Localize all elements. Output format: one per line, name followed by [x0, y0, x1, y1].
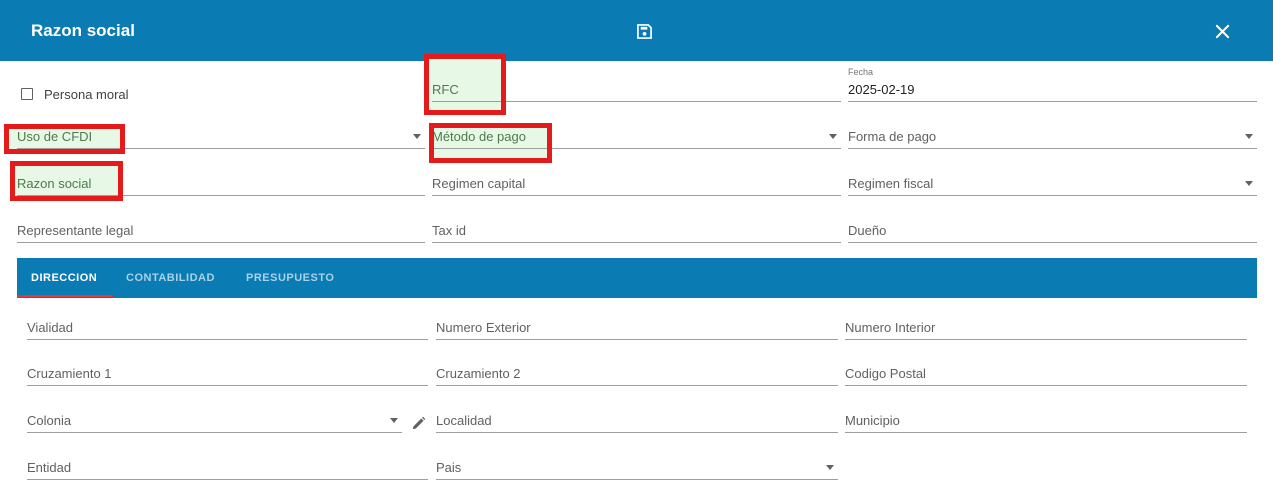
codigo-postal-field[interactable]: Codigo Postal — [845, 362, 1247, 386]
dialog-header: Razon social — [0, 0, 1273, 61]
entidad-field[interactable]: Entidad — [27, 456, 428, 480]
razon-social-highlight-box — [10, 161, 123, 201]
cruzamiento-2-label: Cruzamiento 2 — [436, 366, 521, 381]
tab-presupuesto[interactable]: PRESUPUESTO — [246, 272, 334, 284]
uso-cfdi-highlight-box — [4, 124, 125, 154]
localidad-label: Localidad — [436, 413, 492, 428]
metodo-pago-highlight-box — [429, 123, 552, 163]
dueno-field[interactable]: Dueño — [848, 219, 1257, 243]
active-tab-indicator — [17, 295, 113, 297]
persona-moral-label: Persona moral — [44, 87, 129, 102]
fecha-field[interactable]: Fecha 2025-02-19 — [848, 67, 1257, 102]
dueno-label: Dueño — [848, 223, 887, 238]
tax-id-label: Tax id — [432, 223, 466, 238]
numero-exterior-label: Numero Exterior — [436, 320, 531, 335]
cruzamiento-1-field[interactable]: Cruzamiento 1 — [27, 362, 428, 386]
checkbox-box[interactable] — [21, 88, 33, 100]
rfc-highlight-box — [424, 54, 506, 115]
entidad-label: Entidad — [27, 460, 72, 475]
forma-pago-label: Forma de pago — [848, 129, 937, 144]
chevron-down-icon — [390, 418, 398, 423]
municipio-label: Municipio — [845, 413, 900, 428]
numero-interior-field[interactable]: Numero Interior — [845, 316, 1247, 340]
forma-pago-select[interactable]: Forma de pago — [848, 125, 1257, 149]
pencil-icon[interactable] — [411, 416, 426, 431]
close-icon[interactable] — [1215, 24, 1230, 39]
regimen-fiscal-label: Regimen fiscal — [848, 176, 934, 191]
regimen-fiscal-select[interactable]: Regimen fiscal — [848, 172, 1257, 196]
cruzamiento-1-label: Cruzamiento 1 — [27, 366, 112, 381]
tab-contabilidad[interactable]: CONTABILIDAD — [126, 272, 215, 284]
colonia-label: Colonia — [27, 413, 72, 428]
numero-exterior-field[interactable]: Numero Exterior — [436, 316, 838, 340]
representante-legal-field[interactable]: Representante legal — [17, 219, 425, 243]
codigo-postal-label: Codigo Postal — [845, 366, 926, 381]
colonia-select[interactable]: Colonia — [27, 409, 402, 433]
tab-bar: DIRECCION CONTABILIDAD PRESUPUESTO — [17, 258, 1257, 298]
vialidad-label: Vialidad — [27, 320, 74, 335]
dialog-title: Razon social — [31, 21, 135, 40]
fecha-value: 2025-02-19 — [848, 82, 915, 97]
chevron-down-icon — [1245, 134, 1253, 139]
numero-interior-label: Numero Interior — [845, 320, 936, 335]
tax-id-field[interactable]: Tax id — [432, 219, 841, 243]
chevron-down-icon — [1245, 181, 1253, 186]
regimen-capital-label: Regimen capital — [432, 176, 526, 191]
chevron-down-icon — [829, 134, 837, 139]
save-icon[interactable] — [637, 24, 652, 39]
pais-select[interactable]: Pais — [436, 456, 838, 480]
regimen-capital-field[interactable]: Regimen capital — [432, 172, 841, 196]
pais-label: Pais — [436, 460, 462, 475]
fecha-label: Fecha — [848, 67, 874, 77]
cruzamiento-2-field[interactable]: Cruzamiento 2 — [436, 362, 838, 386]
localidad-field[interactable]: Localidad — [436, 409, 838, 433]
chevron-down-icon — [413, 134, 421, 139]
chevron-down-icon — [826, 465, 834, 470]
vialidad-field[interactable]: Vialidad — [27, 316, 428, 340]
municipio-field[interactable]: Municipio — [845, 409, 1247, 433]
representante-legal-label: Representante legal — [17, 223, 134, 238]
tab-direccion[interactable]: DIRECCION — [31, 272, 97, 284]
